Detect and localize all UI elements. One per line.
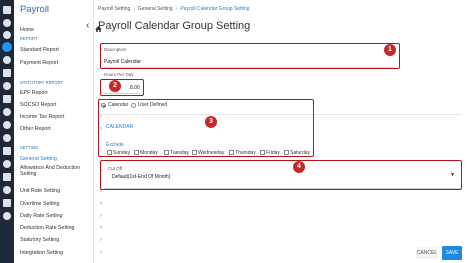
annotation-badge-4: 4 (293, 161, 305, 173)
sidebar-item-label: Standard Report (20, 47, 59, 53)
sidebar-item-standard-report[interactable]: Standard Report › (20, 45, 108, 55)
sidebar-item-label: General Setting (20, 156, 57, 162)
sidebar-item-allowance-deduction[interactable]: Allowance And Deduction Setting › (20, 165, 102, 179)
dashboard-icon[interactable] (3, 6, 11, 14)
sidebar-item-other-report[interactable]: Other Report › (20, 124, 108, 134)
chevron-right-icon: › (100, 237, 102, 243)
sidebar-item-label: Daily Rate Setting (20, 213, 63, 219)
annotation-badge-3: 3 (205, 116, 217, 128)
training-icon[interactable] (3, 121, 11, 129)
form-icon[interactable] (3, 173, 11, 181)
sidebar-item-label: Income Tax Report (20, 114, 65, 120)
sidebar-item-daily-rate[interactable]: Daily Rate Setting › (20, 211, 108, 221)
sidebar-item-payment-report[interactable]: Payment Report › (20, 58, 108, 68)
sidebar: Payroll Home REPORT Standard Report › Pay… (14, 0, 102, 263)
cancel-button[interactable]: CANCEL (416, 247, 438, 259)
sidebar-item-label: Home (20, 27, 35, 33)
sidebar-item-label: Payment Report (20, 60, 59, 66)
employee-icon[interactable] (3, 19, 11, 27)
annotation-box-description (100, 43, 400, 69)
leave-icon[interactable] (3, 56, 11, 64)
sidebar-section-report: REPORT (20, 36, 38, 41)
attendance-icon[interactable] (3, 82, 11, 90)
sidebar-item-epf-report[interactable]: EPF Report › (20, 88, 108, 98)
icon-rail (0, 0, 14, 263)
chevron-right-icon: › (133, 6, 135, 12)
sidebar-item-statutory[interactable]: Statutory Setting › (20, 235, 108, 245)
sidebar-section-setting: SETTING (20, 145, 39, 150)
sidebar-item-label: Integration Setting (20, 250, 63, 256)
asset-icon[interactable] (3, 134, 11, 142)
user-icon[interactable] (3, 186, 11, 194)
breadcrumb-item[interactable]: General Setting (138, 6, 173, 12)
tools-icon[interactable] (3, 199, 11, 207)
annotation-box-calendar (98, 99, 314, 157)
page-title: Payroll Calendar Group Setting (98, 20, 251, 32)
back-arrow-icon[interactable]: ‹ (86, 20, 89, 31)
org-icon[interactable] (3, 31, 11, 39)
sidebar-item-label: Deduction Rate Setting (20, 225, 75, 231)
payroll-icon[interactable] (2, 42, 12, 52)
sidebar-item-deduction-rate[interactable]: Deduction Rate Setting › (20, 223, 108, 233)
sidebar-item-socso-report[interactable]: SOCSO Report› (20, 100, 108, 110)
claim-icon[interactable] (3, 69, 11, 77)
sidebar-item-income-tax-report[interactable]: Income Tax Report › (20, 112, 108, 122)
cancel-button-label: CANCEL (416, 250, 438, 256)
calendar-icon[interactable] (3, 108, 11, 116)
settings-icon[interactable] (3, 212, 11, 220)
sidebar-item-home[interactable]: Home (20, 25, 108, 35)
sidebar-item-overtime[interactable]: Overtime Setting › (20, 199, 108, 209)
sidebar-item-label: EPF Report (20, 90, 48, 96)
annotation-box-cut-off (100, 160, 462, 190)
annotation-badge-2: 2 (109, 80, 121, 92)
sidebar-item-general-setting[interactable]: General Setting › (20, 154, 108, 164)
breadcrumb: Payroll Setting › General Setting › Payroll … (98, 6, 250, 12)
annotation-box-hours (100, 79, 144, 96)
hours-per-day-label: Hours Per Day (104, 72, 134, 77)
sidebar-item-label: Allowance And Deduction Setting (20, 165, 81, 177)
app-title: Payroll (20, 4, 50, 15)
sidebar-section-statutory: STATUTORY REPORT (20, 80, 64, 85)
save-button-label: SAVE (445, 250, 459, 256)
save-button[interactable]: SAVE (442, 246, 462, 260)
annotation-badge-1: 1 (384, 44, 396, 56)
sidebar-item-label: Other Report (20, 126, 51, 132)
sidebar-item-label: Overtime Setting (20, 201, 60, 207)
sidebar-item-unit-rate[interactable]: Unit Rate Setting › (20, 186, 108, 196)
sidebar-item-label: SOCSO Report (20, 102, 57, 108)
chevron-right-icon: › (100, 213, 102, 219)
document-icon[interactable] (3, 95, 11, 103)
breadcrumb-current: Payroll Calendar Group Setting (180, 6, 250, 12)
report-icon[interactable] (3, 147, 11, 155)
chevron-right-icon: › (100, 250, 102, 256)
sidebar-item-label: Unit Rate Setting (20, 188, 61, 194)
sidebar-item-integration[interactable]: Integration Setting › (20, 248, 108, 258)
chevron-right-icon: › (100, 201, 102, 207)
chevron-right-icon: › (100, 225, 102, 231)
sidebar-item-label: Statutory Setting (20, 237, 60, 243)
breadcrumb-item[interactable]: Payroll Setting (98, 6, 130, 12)
analytics-icon[interactable] (3, 160, 11, 168)
